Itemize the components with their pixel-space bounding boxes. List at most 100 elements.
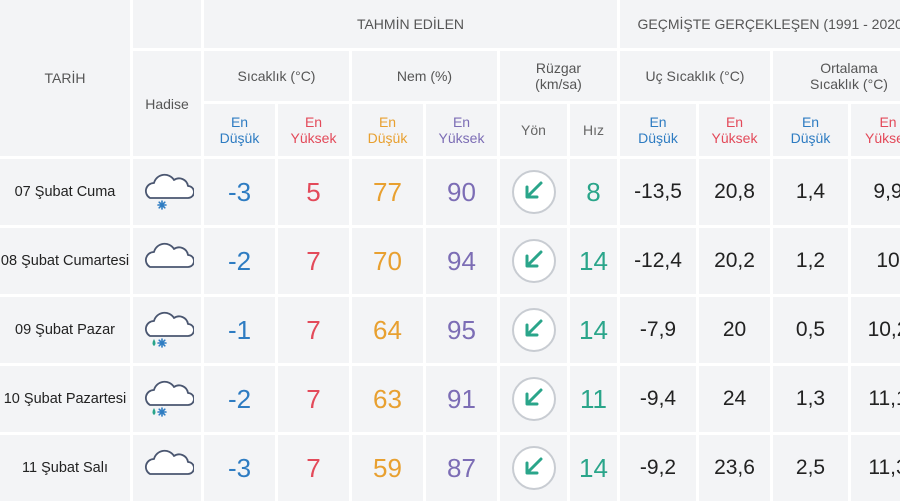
humidity-high-value: 91: [426, 366, 497, 432]
extreme-low-value-text: -13,5: [634, 180, 682, 204]
average-high-value: 11,1: [851, 366, 900, 432]
wind-speed-value-text: 14: [579, 453, 608, 484]
forecast-group-label: TAHMİN EDİLEN: [357, 16, 464, 32]
extreme-low-value: -9,4: [620, 366, 696, 432]
wind-speed-value: 8: [570, 159, 617, 225]
average-high-header: En Yüksek: [851, 104, 900, 156]
extreme-high-value: 20,8: [699, 159, 770, 225]
cloud-snow-icon: [140, 168, 194, 217]
temp-high-label: En Yüksek: [284, 114, 343, 146]
extreme-low-header: En Düşük: [620, 104, 696, 156]
average-temperature-header: Ortalama Sıcaklık (°C): [773, 51, 900, 101]
humidity-low-value-text: 77: [373, 177, 402, 208]
humidity-high-value-text: 95: [447, 315, 476, 346]
cloud-sleet-icon: [140, 375, 194, 424]
humidity-low-value-text: 63: [373, 384, 402, 415]
weather-icon-cell: [133, 228, 201, 294]
date-cell: 07 Şubat Cuma: [0, 159, 130, 225]
extreme-high-value-text: 20,2: [714, 249, 755, 273]
average-high-value: 10: [851, 228, 900, 294]
extreme-low-value-text: -7,9: [640, 318, 676, 342]
weather-icon-cell: [133, 297, 201, 363]
extreme-low-value: -12,4: [620, 228, 696, 294]
extreme-low-value-text: -9,4: [640, 387, 676, 411]
southwest-arrow-icon: [521, 453, 547, 484]
average-high-value-text: 9,9: [873, 180, 900, 204]
average-high-value-text: 10,2: [868, 318, 900, 342]
humidity-high-value-text: 90: [447, 177, 476, 208]
humidity-low-value: 70: [352, 228, 423, 294]
humidity-high-value-text: 91: [447, 384, 476, 415]
average-high-value-text: 10: [876, 249, 899, 273]
weather-icon-cell: [133, 435, 201, 501]
event-header-label: Hadise: [145, 96, 189, 112]
average-high-value-text: 11,1: [868, 387, 900, 411]
average-high-value: 11,3: [851, 435, 900, 501]
extreme-high-value: 20,2: [699, 228, 770, 294]
temperature-header: Sıcaklık (°C): [204, 51, 349, 101]
average-high-value: 10,2: [851, 297, 900, 363]
date-cell-text: 08 Şubat Cumartesi: [1, 253, 129, 270]
average-low-value-text: 1,3: [796, 387, 825, 411]
forecast-group-header: TAHMİN EDİLEN: [204, 0, 617, 48]
extreme-high-value: 20: [699, 297, 770, 363]
wind-direction-header: Yön: [500, 104, 567, 156]
wind-speed-value: 11: [570, 366, 617, 432]
extreme-high-header: En Yüksek: [699, 104, 770, 156]
humidity-low-value: 63: [352, 366, 423, 432]
header-spacer: [133, 0, 201, 48]
temp-high-value-text: 7: [306, 246, 320, 277]
southwest-arrow-icon: [521, 315, 547, 346]
temp-low-value-text: -3: [228, 453, 251, 484]
temp-high-value: 7: [278, 297, 349, 363]
date-cell-text: 11 Şubat Salı: [22, 460, 108, 477]
date-cell: 10 Şubat Pazartesi: [0, 366, 130, 432]
average-temperature-label: Ortalama Sıcaklık (°C): [795, 60, 900, 92]
wind-speed-value-text: 8: [586, 177, 600, 208]
humidity-low-value: 77: [352, 159, 423, 225]
extreme-high-value-text: 24: [723, 387, 746, 411]
average-low-value-text: 1,2: [796, 249, 825, 273]
date-cell-text: 10 Şubat Pazartesi: [4, 391, 127, 408]
date-column-header: TARİH: [0, 0, 130, 156]
humidity-header: Nem (%): [352, 51, 497, 101]
wind-direction-cell: [500, 435, 567, 501]
average-low-value: 1,3: [773, 366, 848, 432]
extreme-temperature-label: Uç Sıcaklık (°C): [646, 68, 745, 84]
humidity-high-value-text: 87: [447, 453, 476, 484]
temperature-header-label: Sıcaklık (°C): [238, 68, 316, 84]
date-header-label: TARİH: [45, 70, 86, 86]
history-group-label: GEÇMİŞTE GERÇEKLEŞEN (1991 - 2020): [638, 16, 900, 32]
wind-speed-value-text: 14: [579, 246, 608, 277]
temp-low-value-text: -3: [228, 177, 251, 208]
temp-high-value-text: 5: [306, 177, 320, 208]
temp-high-value: 7: [278, 228, 349, 294]
temp-high-header: En Yüksek: [278, 104, 349, 156]
extreme-high-value-text: 20,8: [714, 180, 755, 204]
average-low-value-text: 2,5: [796, 456, 825, 480]
average-low-value: 1,4: [773, 159, 848, 225]
temp-low-value: -2: [204, 228, 275, 294]
temp-low-value: -1: [204, 297, 275, 363]
temp-low-label: En Düşük: [214, 114, 265, 146]
wind-speed-value-text: 11: [580, 384, 607, 415]
temp-low-value: -3: [204, 435, 275, 501]
temp-low-value-text: -1: [228, 315, 251, 346]
extreme-temperature-header: Uç Sıcaklık (°C): [620, 51, 770, 101]
wind-direction-indicator: [512, 170, 556, 214]
temp-high-value: 7: [278, 435, 349, 501]
humidity-low-value: 64: [352, 297, 423, 363]
wind-speed-header: Hız: [570, 104, 617, 156]
humidity-header-label: Nem (%): [397, 68, 452, 84]
humidity-low-value: 59: [352, 435, 423, 501]
wind-direction-cell: [500, 228, 567, 294]
cloud-icon: [140, 444, 194, 493]
humidity-high-header: En Yüksek: [426, 104, 497, 156]
temp-low-value: -2: [204, 366, 275, 432]
temp-low-value: -3: [204, 159, 275, 225]
weather-icon-cell: [133, 366, 201, 432]
wind-direction-cell: [500, 297, 567, 363]
humidity-high-value-text: 94: [447, 246, 476, 277]
temp-high-value-text: 7: [306, 384, 320, 415]
extreme-low-value: -13,5: [620, 159, 696, 225]
